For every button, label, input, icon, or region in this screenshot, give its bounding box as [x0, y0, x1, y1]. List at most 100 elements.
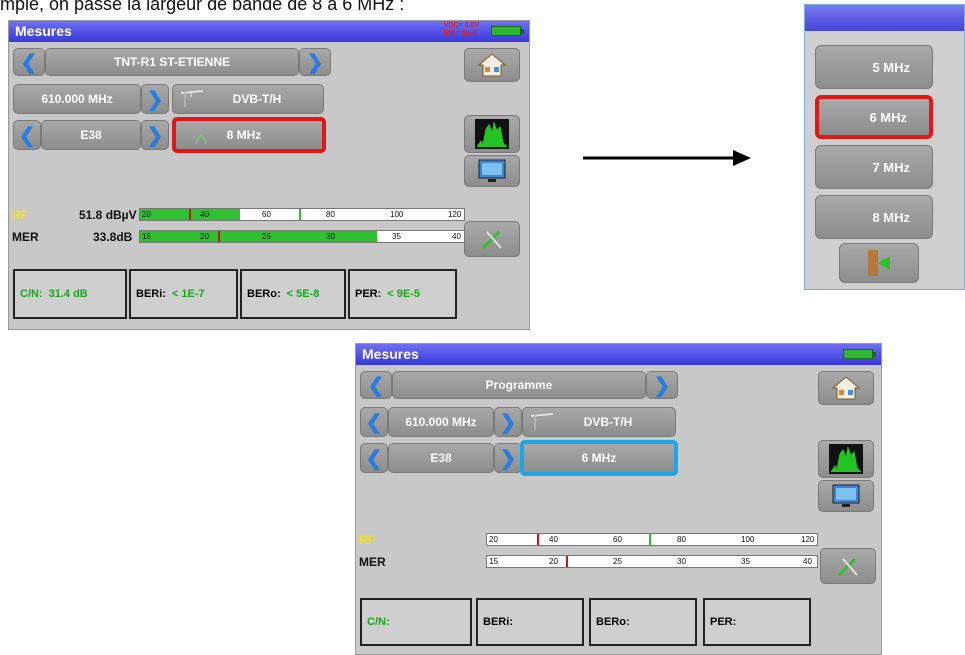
mer-value: 33.8dB: [93, 230, 133, 244]
menu-exit-button[interactable]: [839, 243, 919, 283]
rf-label: RF: [12, 208, 28, 222]
window-title: Mesures: [15, 23, 72, 39]
frequency-next-button[interactable]: ❯: [141, 84, 169, 114]
program-next-button[interactable]: ❯: [299, 48, 331, 76]
title-bar-2: Mesures: [356, 344, 881, 365]
antenna-icon-2: [530, 413, 554, 430]
bandwidth-button[interactable]: 8 MHz: [172, 117, 326, 153]
standard-label-2: DVB-T/H: [583, 415, 633, 429]
mer-tick: 30: [326, 232, 335, 241]
frequency-value[interactable]: 610.000 MHz: [13, 84, 141, 114]
home-icon-2: [831, 376, 861, 400]
program-prev-button-2[interactable]: ❮: [360, 371, 392, 399]
rf-bar-2: 20 40 60 80 100 120: [486, 533, 818, 546]
rf-tick-2: 20: [489, 535, 498, 544]
bandwidth-label: 8 MHz: [226, 128, 262, 142]
mer-marker: [217, 231, 220, 242]
frequency-prev-button-2[interactable]: ❮: [360, 407, 388, 437]
tools-icon-2: [837, 557, 858, 577]
rf-tick-2: 120: [801, 535, 815, 544]
menu-option-6mhz[interactable]: 6 MHz: [815, 95, 933, 139]
channel-prev-button-2[interactable]: ❮: [360, 443, 388, 473]
power-readout: VDC= 0.0V IDC= 0mA: [443, 22, 479, 37]
mer-tick: 15: [142, 232, 151, 241]
mer-tick-2: 25: [613, 557, 622, 566]
program-prev-button[interactable]: ❮: [13, 48, 45, 76]
tools-button[interactable]: [464, 221, 520, 257]
program-name[interactable]: TNT-R1 ST-ETIENNE: [45, 48, 299, 76]
exit-icon: [868, 250, 890, 276]
rf-min-marker: [298, 209, 301, 220]
mer-bar-2: 15 20 25 30 35 40: [486, 555, 818, 568]
standard-button-2[interactable]: DVB-T/H: [522, 407, 676, 437]
beri-box: BERi: < 1E-7: [129, 269, 238, 319]
menu-option-8mhz[interactable]: 8 MHz: [815, 195, 933, 239]
spectrum-button[interactable]: [464, 115, 520, 153]
menu-option-5mhz[interactable]: 5 MHz: [815, 45, 933, 89]
rf-label-2: RF: [359, 533, 375, 547]
cn-box: C/N: 31.4 dB: [13, 269, 127, 319]
spectrum-icon-2: [829, 444, 863, 474]
mer-tick: 25: [262, 232, 271, 241]
antenna-icon: [180, 90, 204, 107]
battery-icon: [491, 26, 524, 36]
mer-label-2: MER: [359, 555, 386, 569]
measures-screen-1: Mesures VDC= 0.0V IDC= 0mA ❮ TNT-R1 ST-E…: [8, 20, 530, 330]
tools-icon: [481, 230, 502, 250]
channel-value-2[interactable]: E38: [388, 443, 494, 473]
home-button-2[interactable]: [818, 371, 874, 405]
tv-icon: [478, 159, 506, 182]
mer-tick: 40: [452, 232, 461, 241]
transition-arrow-icon: [583, 150, 751, 166]
measures-screen-2: Mesures ❮ Programme ❯ ❮ 610.000 MHz ❯ DV…: [355, 343, 882, 655]
rf-bar: 20 40 60 80 100 120: [139, 208, 465, 221]
bero-box-2: BERo:: [589, 598, 697, 646]
display-button-2[interactable]: [818, 480, 874, 512]
rf-tick-2: 60: [613, 535, 622, 544]
program-name-2[interactable]: Programme: [392, 371, 646, 399]
rf-tick-2: 100: [741, 535, 755, 544]
display-button[interactable]: [464, 155, 520, 187]
rf-tick: 80: [326, 210, 335, 219]
spectrum-icon: [475, 119, 509, 149]
rf-value: 51.8 dBµV: [79, 208, 137, 222]
mer-bar: 15 20 25 30 35 40: [139, 230, 465, 243]
frequency-next-button-2[interactable]: ❯: [494, 407, 522, 437]
mer-marker-2: [566, 556, 569, 567]
rf-tick: 20: [142, 210, 151, 219]
tools-button-2[interactable]: [820, 548, 876, 584]
rf-max-marker-2: [536, 534, 539, 545]
home-button[interactable]: [464, 48, 520, 82]
channel-next-button[interactable]: ❯: [141, 120, 169, 150]
per-box: PER: < 9E-5: [348, 269, 457, 319]
rf-tick: 60: [262, 210, 271, 219]
rf-tick: 100: [390, 210, 404, 219]
bandwidth-label-2: 6 MHz: [581, 451, 617, 465]
mer-tick-2: 35: [741, 557, 750, 566]
mer-tick: 35: [392, 232, 401, 241]
channel-prev-button[interactable]: ❮: [13, 120, 41, 150]
rf-max-marker: [188, 209, 191, 220]
menu-option-7mhz[interactable]: 7 MHz: [815, 145, 933, 189]
tv-icon-2: [832, 484, 860, 507]
title-bar: Mesures VDC= 0.0V IDC= 0mA: [9, 21, 529, 42]
rf-tick: 120: [448, 210, 462, 219]
menu-title-bar: [805, 5, 964, 31]
bandwidth-button-2[interactable]: 6 MHz: [520, 440, 678, 476]
mer-tick-2: 30: [677, 557, 686, 566]
rf-min-marker-2: [648, 534, 651, 545]
mer-label: MER: [12, 230, 39, 244]
frequency-value-2[interactable]: 610.000 MHz: [388, 407, 494, 437]
bandwidth-menu: 5 MHz 6 MHz 7 MHz 8 MHz: [804, 4, 965, 290]
standard-button[interactable]: DVB-T/H: [172, 84, 324, 114]
spectrum-button-2[interactable]: [818, 440, 874, 478]
program-next-button-2[interactable]: ❯: [646, 371, 678, 399]
mer-tick: 20: [200, 232, 209, 241]
home-icon: [477, 53, 507, 77]
channel-next-button-2[interactable]: ❯: [494, 443, 522, 473]
channel-value[interactable]: E38: [41, 120, 141, 150]
rf-tick-2: 40: [549, 535, 558, 544]
window-title-2: Mesures: [362, 346, 419, 362]
caption-text: mple, on passe la largeur de bande de 8 …: [0, 0, 405, 14]
standard-label: DVB-T/H: [232, 92, 282, 106]
